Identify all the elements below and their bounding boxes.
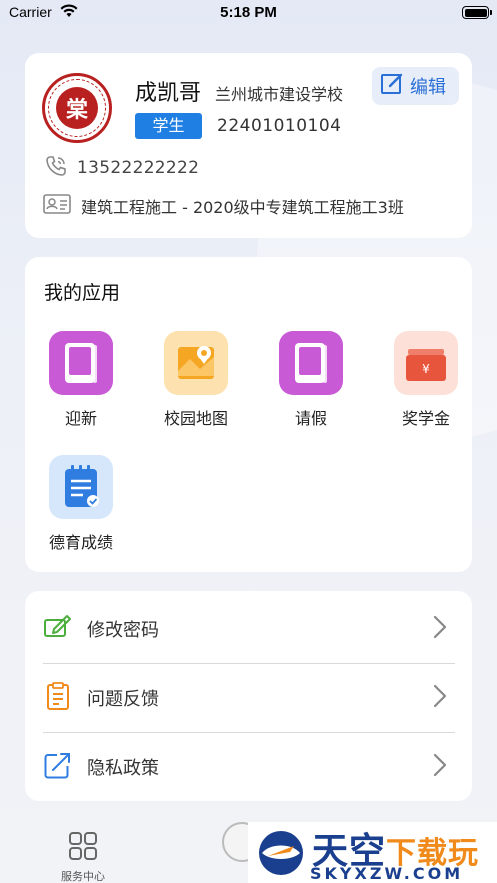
battery-icon [462,6,492,19]
watermark-url: SKYXZW.COM [310,864,464,883]
student-id: 22401010104 [217,116,342,136]
chevron-right-icon [433,753,447,781]
book-icon [279,331,343,395]
app-label: 校园地图 [163,409,228,428]
grid-icon [67,832,99,866]
wallet-icon: ¥ [394,331,458,395]
phone-number: 13522222222 [77,158,200,178]
edit-label: 编辑 [410,77,446,98]
edit-icon [380,72,404,101]
map-icon [164,331,228,395]
role-badge: 学生 [135,113,202,139]
privacy-icon [43,751,73,783]
tab-service-center[interactable]: 服务中心 [57,830,109,883]
chevron-right-icon [433,615,447,643]
phone-icon [45,155,67,181]
settings-menu-card: 修改密码 问题反馈 隐私政策 [25,591,472,801]
section-title: 我的应用 [44,282,121,304]
menu-privacy-policy[interactable]: 隐私政策 [43,733,455,801]
watermark-logo: 天空下载玩 SKYXZW.COM [248,822,497,883]
tab-label: 服务中心 [61,870,105,883]
school-name: 兰州城市建设学校 [215,85,344,104]
clock: 5:18 PM [220,4,277,21]
menu-label: 隐私政策 [87,758,159,779]
id-card-icon [43,193,71,219]
app-label: 请假 [294,409,327,428]
app-label: 德育成绩 [48,533,113,552]
clipboard-icon [43,682,73,714]
school-logo: 棠 [42,73,112,143]
profile-card: 棠 成凯哥 兰州城市建设学校 编辑 学生 22401010104 1352222… [25,53,472,238]
menu-label: 修改密码 [87,620,159,641]
menu-feedback[interactable]: 问题反馈 [43,664,455,732]
user-name: 成凯哥 [135,81,202,106]
menu-label: 问题反馈 [87,689,159,710]
edit-profile-button[interactable]: 编辑 [372,67,459,105]
report-icon [49,455,113,519]
menu-change-password[interactable]: 修改密码 [43,595,455,663]
app-label: 迎新 [64,409,97,428]
app-label: 奖学金 [401,409,450,428]
book-icon [49,331,113,395]
phone-row: 13522222222 [45,155,199,181]
globe-icon [254,828,308,878]
app-welcome[interactable]: 迎新 [26,331,136,441]
status-bar: Carrier 5:18 PM [0,0,497,26]
app-moral-score[interactable]: 德育成绩 [26,455,136,565]
svg-text:¥: ¥ [422,362,430,376]
my-apps-card: 我的应用 迎新 校园地图 请假 ¥ 奖学金 德育成绩 [25,257,472,572]
app-scholarship[interactable]: ¥ 奖学金 [371,331,481,441]
app-campus-map[interactable]: 校园地图 [141,331,251,441]
class-row: 建筑工程施工 - 2020级中专建筑工程施工3班 [43,193,404,219]
chevron-right-icon [433,684,447,712]
app-leave[interactable]: 请假 [256,331,366,441]
edit-password-icon [43,614,73,644]
class-info: 建筑工程施工 - 2020级中专建筑工程施工3班 [81,198,404,217]
